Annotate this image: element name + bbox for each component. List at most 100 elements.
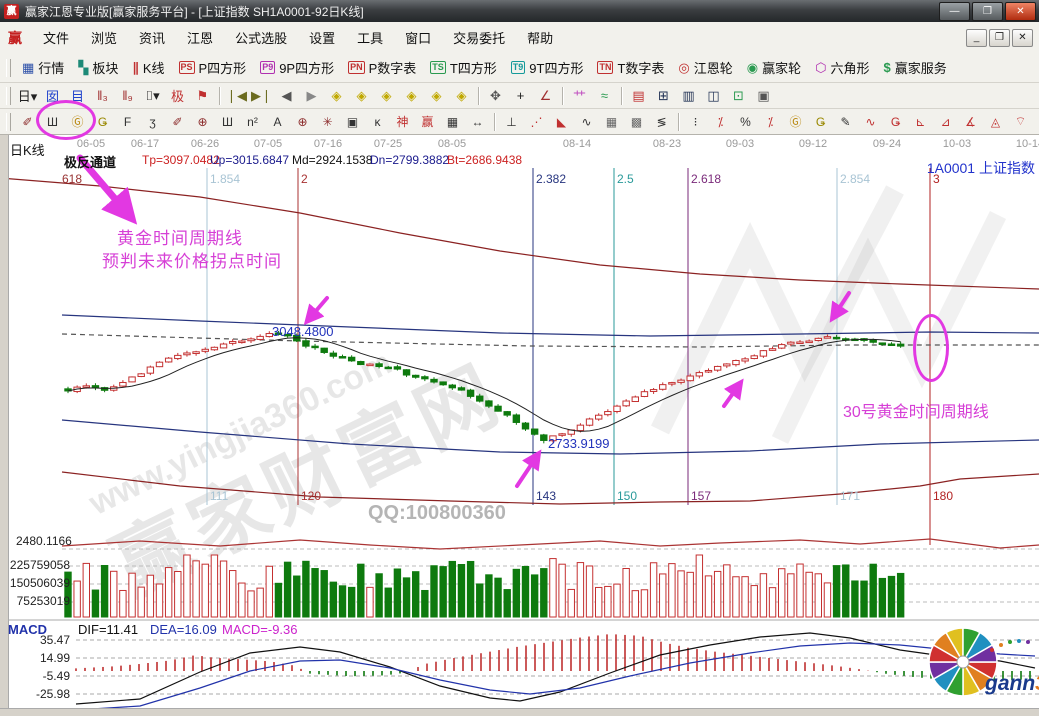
menu-item-浏览[interactable]: 浏览 [80,23,128,52]
toolbar-button-winner-wheel[interactable]: ◉赢家轮 [740,56,808,79]
menu-item-文件[interactable]: 文件 [32,23,80,52]
toolbar-grip[interactable] [6,87,11,105]
gold-line-tool-button[interactable]: Ǥ [808,112,833,132]
print-button[interactable]: ▣ [751,86,776,106]
menu-item-江恩[interactable]: 江恩 [176,23,224,52]
pan-right-button[interactable]: ◈ [349,86,374,106]
ruler-tool-button[interactable]: Ш [215,112,240,132]
span-tool-button[interactable]: ↔ [465,112,490,132]
gold-circle-tool-button[interactable]: Ⓖ [783,112,808,132]
toolbar-grip[interactable] [6,59,11,77]
toolbar-button-t-square[interactable]: TST四方形 [423,56,503,79]
toolbar-button-9t-square[interactable]: T99T四方形 [504,56,591,79]
toolbar-button-t-digit-table[interactable]: TNT数字表 [590,56,671,79]
toolbar-button-gann-wheel[interactable]: ◎江恩轮 [671,56,739,79]
grid-box2-tool-button[interactable]: ▩ [624,112,649,132]
compress-9-button[interactable]: ǁ₉ [115,86,140,106]
expand-all-button[interactable]: ◈ [449,86,474,106]
toolbar-button-hexagon[interactable]: ⬡六角形 [808,56,876,79]
toolbar-button-kline[interactable]: ∥K线 [125,56,171,79]
maximize-button[interactable]: ❐ [972,2,1003,21]
jifan-channel-button[interactable]: 极 [165,86,190,106]
ying-tool-button[interactable]: 赢 [415,112,440,132]
wave-tool-button[interactable]: ∿ [574,112,599,132]
percent-tool-button[interactable]: % [733,112,758,132]
date-label: 06-05 [77,138,105,150]
pencil2-tool-button[interactable]: ✎ [833,112,858,132]
toolbar-button-winner-service[interactable]: $赢家服务 [877,56,954,79]
title-bar[interactable]: 赢 赢家江恩专业版[赢家服务平台] - [上证指数 SH1A0001-92日K线… [0,0,1039,22]
toolbar-button-sectors[interactable]: ▚板块 [71,56,125,79]
arc-tool-button[interactable]: ⌔ [1008,112,1033,132]
shrink-h-button[interactable]: ◈ [399,86,424,106]
spiral-tool-button[interactable]: ʒ [140,112,165,132]
save-button[interactable]: ◫ [701,86,726,106]
menu-item-设置[interactable]: 设置 [298,23,346,52]
rocket-tool-button[interactable]: ✐ [165,112,190,132]
rect-select-tool-button[interactable]: ⊥ [499,112,524,132]
menu-item-窗口[interactable]: 窗口 [394,23,442,52]
pan-left-button[interactable]: ◈ [324,86,349,106]
last-page-button[interactable]: ▶❘ [249,86,274,106]
calculator-button[interactable]: ⊞ [651,86,676,106]
speed-line-tool-button[interactable]: ∡ [958,112,983,132]
square-grid-tool-button[interactable]: ▣ [340,112,365,132]
toolbar-separator [678,113,679,131]
prev-button[interactable]: ◀ [274,86,299,106]
star-burst-tool-button[interactable]: ✳ [315,112,340,132]
toolbar-button-9p-square[interactable]: P99P四方形 [253,56,341,79]
hand-drag-button[interactable]: ✥ [483,86,508,106]
angle-measure-button[interactable]: ∠ [533,86,558,106]
trend-flag-button[interactable]: ⚑ [190,86,215,106]
matrix-tool-button[interactable]: ▦ [440,112,465,132]
gold-angle-tool-button[interactable]: Ǥ [883,112,908,132]
n-square-tool-button[interactable]: n² [240,112,265,132]
toolbar-button-p-digit-table[interactable]: PNP数字表 [341,56,423,79]
menu-item-帮助[interactable]: 帮助 [516,23,564,52]
gann-grid-button[interactable]: 艹 [567,86,592,106]
toolbar-grip[interactable] [6,113,11,131]
channel-wave-tool-button[interactable]: ∿ [858,112,883,132]
menu-item-交易委托[interactable]: 交易委托 [442,23,516,52]
shen-tool-button[interactable]: 神 [390,112,415,132]
first-page-button[interactable]: ❘◀ [224,86,249,106]
angle-f-tool-button[interactable]: ⊿ [933,112,958,132]
grid-box-tool-button[interactable]: ▦ [599,112,624,132]
macd-axis-label: 14.99 [0,651,70,665]
gann-fan-tool-button[interactable]: ◣ [549,112,574,132]
calendar-button[interactable]: ▤ [626,86,651,106]
gann-circle-tool-button[interactable]: ⊕ [290,112,315,132]
compress-3-button[interactable]: ǁ₃ [90,86,115,106]
percent-line-tool-button[interactable]: ⁝ [683,112,708,132]
notes-button[interactable]: ▥ [676,86,701,106]
close-button[interactable]: ✕ [1005,2,1036,21]
angle-a-tool-button[interactable]: A [265,112,290,132]
mdi-minimize-button[interactable]: _ [966,29,987,47]
fibonacci-tool-button[interactable]: F [115,112,140,132]
percent7-tool-button[interactable]: ⁒ [708,112,733,132]
period-daily-button[interactable]: 日▾ [15,86,40,106]
cycle-circle-tool-button[interactable]: ⊕ [190,112,215,132]
toolbar-button-quotes[interactable]: ▦行情 [15,56,71,79]
fan-lines-tool-button[interactable]: ⋰ [524,112,549,132]
minimize-button[interactable]: — [939,2,970,21]
k-measure-tool-button[interactable]: ĸ [365,112,390,132]
share-net-button[interactable]: ⊡ [726,86,751,106]
toolbar-button-p-square[interactable]: PSP四方形 [172,56,254,79]
mdi-close-button[interactable]: ✕ [1012,29,1033,47]
menu-item-工具[interactable]: 工具 [346,23,394,52]
angle-j-tool-button[interactable]: ⊾ [908,112,933,132]
next-button[interactable]: ▶ [299,86,324,106]
expand-v-button[interactable]: ◈ [424,86,449,106]
candle-style-button[interactable]: ⌷▾ [140,86,165,106]
menu-item-公式选股[interactable]: 公式选股 [224,23,298,52]
percent-strike-tool-button[interactable]: ⁒ [758,112,783,132]
expand-h-button[interactable]: ◈ [374,86,399,106]
menu-item-资讯[interactable]: 资讯 [128,23,176,52]
wave-count-button[interactable]: ≈ [592,86,617,106]
mdi-restore-button[interactable]: ❐ [989,29,1010,47]
crosshair-button[interactable]: + [508,86,533,106]
zigzag-tool-button[interactable]: ≶ [649,112,674,132]
chart-area[interactable]: 赢家财富网 www.yingjia360.com QQ:100800360 日K… [0,134,1039,715]
pyramid-tool-button[interactable]: ◬ [983,112,1008,132]
